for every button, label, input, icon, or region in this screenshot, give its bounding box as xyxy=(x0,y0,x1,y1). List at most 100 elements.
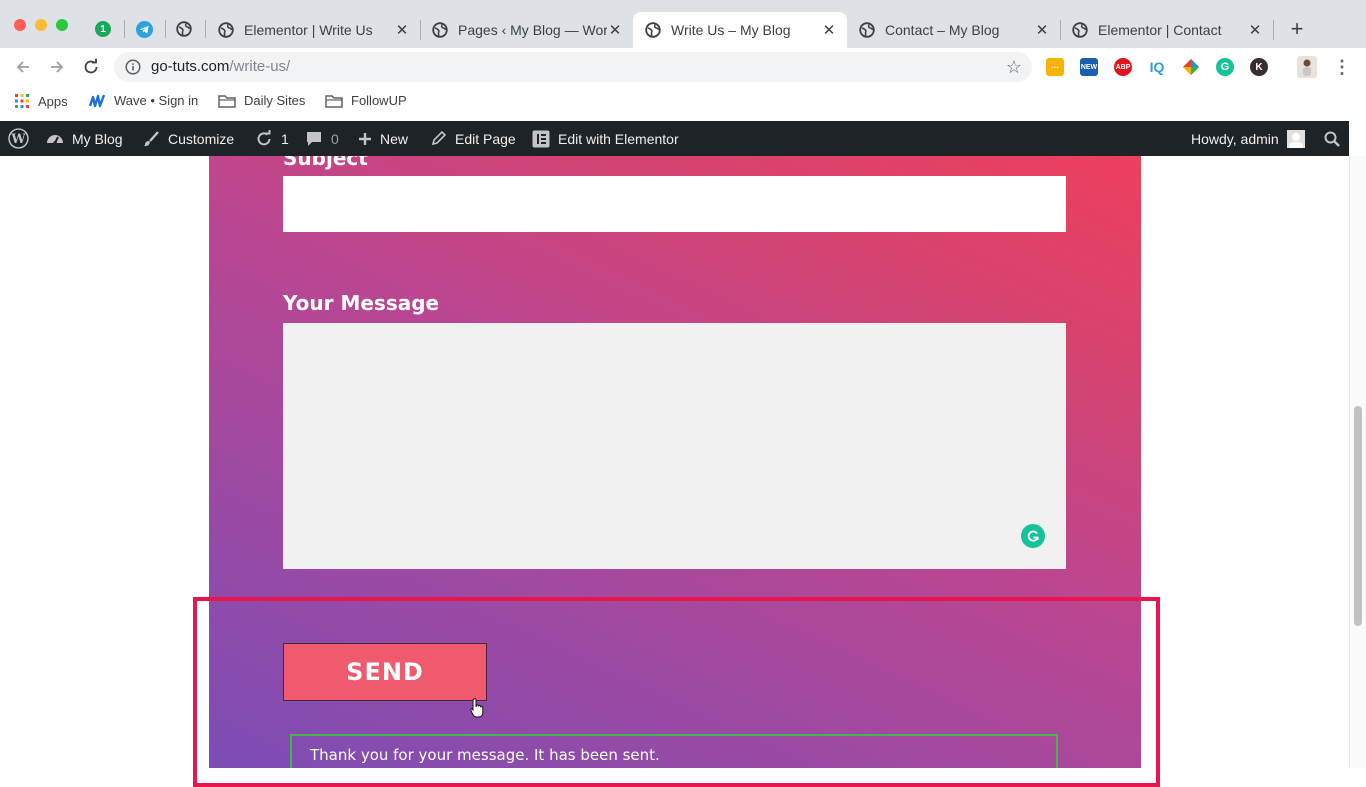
admin-bar-my-account[interactable]: Howdy, admin xyxy=(1191,121,1305,156)
search-icon xyxy=(1324,131,1340,147)
tab-label: Elementor | Contact xyxy=(1098,22,1222,38)
paintbrush-icon xyxy=(142,130,160,148)
send-button[interactable]: SEND xyxy=(283,643,487,701)
adblock-text: ABP xyxy=(1115,63,1131,71)
howdy-label: Howdy, admin xyxy=(1191,130,1279,147)
comment-bubble-icon xyxy=(305,131,323,147)
bookmark-star-icon[interactable]: ☆ xyxy=(1006,57,1022,78)
admin-bar-edit-with-elementor[interactable]: Edit with Elementor xyxy=(532,121,679,156)
subject-label: Subject xyxy=(283,156,368,170)
profile-avatar[interactable] xyxy=(1297,56,1317,78)
tab-label: Elementor | Write Us xyxy=(244,22,373,38)
message-label: Your Message xyxy=(283,291,440,315)
close-window-button[interactable] xyxy=(14,19,26,31)
wordpress-logo-icon: W xyxy=(8,128,29,149)
notes-icon[interactable]: ··· xyxy=(1046,58,1064,76)
new-tab-button[interactable]: + xyxy=(1286,16,1308,42)
hand-cursor-icon xyxy=(470,698,484,718)
dashboard-gauge-icon xyxy=(46,131,64,147)
pencil-icon xyxy=(430,130,447,147)
updates-refresh-icon xyxy=(255,129,273,148)
telegram-icon xyxy=(135,20,153,38)
grammarly-extension-icon[interactable]: G xyxy=(1216,58,1234,76)
url-host: go-tuts.com xyxy=(151,58,230,75)
subject-input[interactable] xyxy=(283,176,1066,232)
reload-button[interactable] xyxy=(79,55,103,79)
admin-bar-customize[interactable]: Customize xyxy=(142,121,234,156)
tab-write-us-active[interactable]: Write Us – My Blog ✕ xyxy=(633,12,847,48)
news-icon[interactable]: NEW xyxy=(1080,58,1098,76)
minimize-window-button[interactable] xyxy=(35,19,47,31)
tab-pages-my-blog[interactable]: Pages ‹ My Blog — WordPress ✕ xyxy=(420,12,633,48)
tab-elementor-write-us[interactable]: Elementor | Write Us ✕ xyxy=(206,12,420,48)
close-tab-icon[interactable]: ✕ xyxy=(394,21,410,39)
page-content: Subject Your Message SEND Thank you for … xyxy=(0,156,1349,768)
folder-icon xyxy=(325,94,343,108)
tab-contact-my-blog[interactable]: Contact – My Blog ✕ xyxy=(847,12,1060,48)
admin-bar-new[interactable]: New xyxy=(358,121,408,156)
pinned-badge-count: 1 xyxy=(100,23,106,35)
globe-icon xyxy=(218,22,234,38)
close-tab-icon[interactable]: ✕ xyxy=(1247,21,1263,39)
k-extension-icon[interactable]: K xyxy=(1250,58,1268,76)
wordpress-logo-menu[interactable]: W xyxy=(8,121,29,156)
pinned-tab-telegram[interactable] xyxy=(126,12,162,46)
close-tab-icon[interactable]: ✕ xyxy=(1034,21,1050,39)
bookmark-wave[interactable]: Wave • Sign in xyxy=(88,93,198,108)
back-button[interactable] xyxy=(11,55,35,79)
comments-count: 0 xyxy=(331,130,339,147)
scrollbar-thumb[interactable] xyxy=(1354,406,1362,626)
bookmark-label: Daily Sites xyxy=(244,93,306,108)
admin-bar-search[interactable] xyxy=(1324,121,1340,156)
address-bar[interactable]: go-tuts.com/write-us/ ☆ xyxy=(114,52,1032,82)
bookmark-label: Apps xyxy=(38,93,68,109)
adblock-plus-icon[interactable]: ABP xyxy=(1114,58,1132,76)
admin-bar-comments[interactable]: 0 xyxy=(305,121,339,156)
globe-icon xyxy=(645,22,661,38)
onepassword-icon: 1 xyxy=(95,21,111,37)
reload-icon xyxy=(84,58,98,74)
admin-bar-edit-page[interactable]: Edit Page xyxy=(430,121,516,156)
globe-icon xyxy=(1072,22,1088,38)
bookmark-followup[interactable]: FollowUP xyxy=(325,93,407,108)
info-icon[interactable] xyxy=(125,59,141,75)
iq-text: IQ xyxy=(1149,59,1165,75)
tab-label: Write Us – My Blog xyxy=(671,22,791,38)
forward-button[interactable] xyxy=(45,55,69,79)
close-tab-icon[interactable]: ✕ xyxy=(821,21,837,39)
edit-with-elementor-label: Edit with Elementor xyxy=(558,130,679,147)
admin-bar-updates[interactable]: 1 xyxy=(255,121,289,156)
maximize-window-button[interactable] xyxy=(56,19,68,31)
globe-icon xyxy=(432,22,448,38)
edit-page-label: Edit Page xyxy=(455,130,516,147)
news-icon-text: NEW xyxy=(1080,63,1098,71)
k-text: K xyxy=(1255,61,1263,73)
wave-icon xyxy=(88,94,106,108)
iq-icon[interactable]: IQ xyxy=(1148,58,1166,76)
grammarly-icon[interactable] xyxy=(1021,524,1045,548)
url-text[interactable]: go-tuts.com/write-us/ xyxy=(151,58,290,75)
tab-elementor-contact[interactable]: Elementor | Contact ✕ xyxy=(1060,12,1273,48)
pinned-tab-onepassword[interactable]: 1 xyxy=(85,12,121,46)
forward-arrow-icon xyxy=(51,61,64,73)
close-tab-icon[interactable]: ✕ xyxy=(607,21,623,39)
bookmark-daily-sites[interactable]: Daily Sites xyxy=(218,93,305,108)
bookmark-apps[interactable]: Apps xyxy=(14,93,68,109)
plus-icon xyxy=(358,132,372,146)
browser-tab-strip: 1 Elementor | Write Us ✕ Pages ‹ My Blog… xyxy=(0,0,1366,48)
pinned-tab-web[interactable] xyxy=(166,12,202,46)
admin-bar-site-name[interactable]: My Blog xyxy=(46,121,123,156)
contact-form-section: Subject Your Message SEND Thank you for … xyxy=(209,156,1141,768)
new-label: New xyxy=(380,130,409,147)
browser-toolbar: go-tuts.com/write-us/ ☆ ··· NEW ABP IQ G… xyxy=(0,48,1366,86)
customize-label: Customize xyxy=(168,130,235,147)
globe-icon xyxy=(176,21,192,37)
site-name-label: My Blog xyxy=(72,130,123,147)
colorful-extension-icon[interactable] xyxy=(1182,58,1200,76)
page-scrollbar[interactable] xyxy=(1349,156,1366,768)
chrome-menu-icon[interactable]: ⋮ xyxy=(1333,57,1351,77)
folder-icon xyxy=(218,94,236,108)
user-avatar xyxy=(1286,129,1305,148)
message-textarea[interactable] xyxy=(283,323,1066,569)
tab-label: Pages ‹ My Blog — WordPress xyxy=(458,22,607,38)
